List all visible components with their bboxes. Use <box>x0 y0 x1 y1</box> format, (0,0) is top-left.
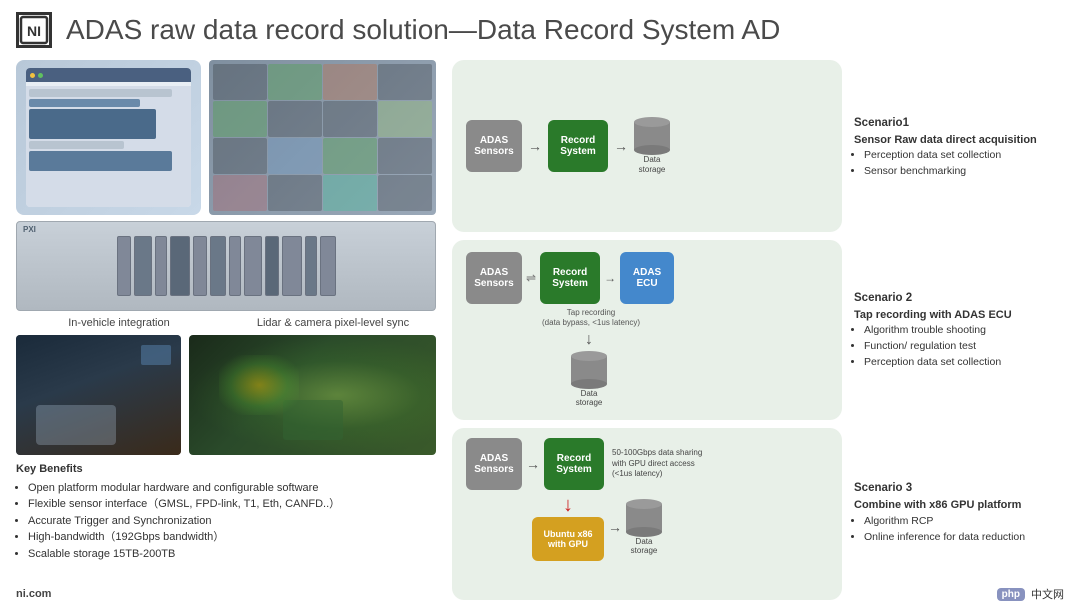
key-benefits: Key Benefits Open platform modular hardw… <box>16 461 436 562</box>
s2-storage-label: Datastorage <box>576 389 603 408</box>
s2-desc-list: Algorithm trouble shooting Function/ reg… <box>854 323 1064 370</box>
s2-desc-item3: Perception data set collection <box>864 355 1064 371</box>
s1-desc-item1: Perception data set collection <box>864 148 1064 164</box>
benefit-2: Flexible sensor interface（GMSL, FPD-link… <box>28 496 436 513</box>
benefit-5: Scalable storage 15TB-200TB <box>28 546 436 563</box>
s1-adas-sensors: ADASSensors <box>466 120 522 172</box>
left-panel: PXI In-vehicle integration Lidar & camer… <box>16 60 436 600</box>
scenario3-box: ADASSensors → RecordSystem 50-100Gbps da… <box>452 428 842 600</box>
car-image <box>16 335 181 455</box>
label-invehicle: In-vehicle integration <box>16 317 222 329</box>
images-top <box>16 60 436 215</box>
s1-desc-list: Perception data set collection Sensor be… <box>854 148 1064 180</box>
s3-desc-subtitle: Combine with x86 GPU platform <box>854 497 1064 514</box>
s3-record-system: RecordSystem <box>544 438 604 490</box>
s2-bottom-row: Tap recording (data bypass, <1us latency… <box>538 308 674 408</box>
s3-arrow1: → <box>526 456 540 472</box>
s1-data-storage: Datastorage <box>634 117 670 174</box>
lidar-image <box>189 335 436 455</box>
benefit-1: Open platform modular hardware and confi… <box>28 480 436 497</box>
s3-ubuntu-gpu: Ubuntu x86with GPU <box>532 517 604 561</box>
desc-col: Scenario1 Sensor Raw data direct acquisi… <box>854 60 1064 600</box>
s3-adas-sensors: ADASSensors <box>466 438 522 490</box>
s2-flow-wrap: ADASSensors ⇌ RecordSystem → ADASECU Tap… <box>466 252 674 408</box>
s1-storage-label: Datastorage <box>639 155 666 174</box>
benefit-3: Accurate Trigger and Synchronization <box>28 513 436 530</box>
scenarios-col: ADASSensors → RecordSystem → Datastorage <box>452 60 842 600</box>
s3-desc-item1: Algorithm RCP <box>864 514 1064 530</box>
s2-tap-label: Tap recording (data bypass, <1us latency… <box>542 308 640 329</box>
right-panel: ADASSensors → RecordSystem → Datastorage <box>452 60 1064 600</box>
image-labels: In-vehicle integration Lidar & camera pi… <box>16 317 436 329</box>
camera-image <box>209 60 436 215</box>
benefit-4: High-bandwidth（192Gbps bandwidth） <box>28 529 436 546</box>
s2-data-storage: Datastorage <box>571 351 607 408</box>
s3-desc-item2: Online inference for data reduction <box>864 530 1064 546</box>
s3-flow-wrap: ADASSensors → RecordSystem 50-100Gbps da… <box>466 438 702 561</box>
s3-red-arrow: ↓ <box>563 494 573 517</box>
s3-desc-title: Scenario 3 <box>854 480 1064 497</box>
key-benefits-list: Open platform modular hardware and confi… <box>16 480 436 563</box>
ni-logo: NI <box>16 12 52 48</box>
s3-top-row: ADASSensors → RecordSystem 50-100Gbps da… <box>466 438 702 490</box>
s2-desc-subtitle: Tap recording with ADAS ECU <box>854 307 1064 324</box>
s2-desc-title: Scenario 2 <box>854 290 1064 307</box>
s2-desc-item2: Function/ regulation test <box>864 339 1064 355</box>
screen-image <box>16 60 201 215</box>
rack-image: PXI <box>16 221 436 311</box>
s3-data-storage: Datastorage <box>626 499 662 556</box>
footer-ni-logo: ni.com <box>16 588 51 600</box>
s1-flow: ADASSensors → RecordSystem → Datastorage <box>466 117 670 174</box>
s3-storage-label: Datastorage <box>631 537 658 556</box>
label-lidar: Lidar & camera pixel-level sync <box>230 317 436 329</box>
s2-top-row: ADASSensors ⇌ RecordSystem → ADASECU <box>466 252 674 304</box>
s2-record-system: RecordSystem <box>540 252 600 304</box>
page-title: ADAS raw data record solution—Data Recor… <box>66 14 780 46</box>
s1-desc-subtitle: Sensor Raw data direct acquisition <box>854 132 1064 149</box>
s1-record-system: RecordSystem <box>548 120 608 172</box>
footer-chinese: 中文网 <box>1031 586 1064 602</box>
s1-desc: Scenario1 Sensor Raw data direct acquisi… <box>854 60 1064 235</box>
s1-arrow1: → <box>528 138 542 154</box>
s1-arrow2: → <box>614 138 628 154</box>
s3-desc: Scenario 3 Combine with x86 GPU platform… <box>854 425 1064 600</box>
s3-sharing-label: 50-100Gbps data sharing with GPU direct … <box>612 448 702 479</box>
s2-arrow1: ⇌ <box>526 271 536 285</box>
php-badge: php <box>997 588 1025 601</box>
s1-desc-item2: Sensor benchmarking <box>864 164 1064 180</box>
s2-desc: Scenario 2 Tap recording with ADAS ECU A… <box>854 243 1064 418</box>
s1-desc-title: Scenario1 <box>854 115 1064 132</box>
scenario1-box: ADASSensors → RecordSystem → Datastorage <box>452 60 842 232</box>
s2-adas-ecu: ADASECU <box>620 252 674 304</box>
footer: ni.com php 中文网 <box>16 586 1064 602</box>
svg-text:NI: NI <box>27 23 41 39</box>
s2-arrow2: → <box>604 271 616 285</box>
s3-desc-list: Algorithm RCP Online inference for data … <box>854 514 1064 546</box>
s2-desc-item1: Algorithm trouble shooting <box>864 323 1064 339</box>
s3-bottom-row: ↓ Ubuntu x86with GPU → Datastorage <box>532 494 702 561</box>
images-bottom <box>16 335 436 455</box>
scenario2-box: ADASSensors ⇌ RecordSystem → ADASECU Tap… <box>452 240 842 420</box>
main-content: PXI In-vehicle integration Lidar & camer… <box>0 56 1080 600</box>
key-benefits-title: Key Benefits <box>16 461 436 478</box>
s2-adas-sensors: ADASSensors <box>466 252 522 304</box>
s3-arrow2: → <box>608 519 622 535</box>
header: NI ADAS raw data record solution—Data Re… <box>0 0 1080 56</box>
footer-right: php 中文网 <box>997 586 1064 602</box>
s2-down-arrow: ↓ <box>585 331 593 349</box>
